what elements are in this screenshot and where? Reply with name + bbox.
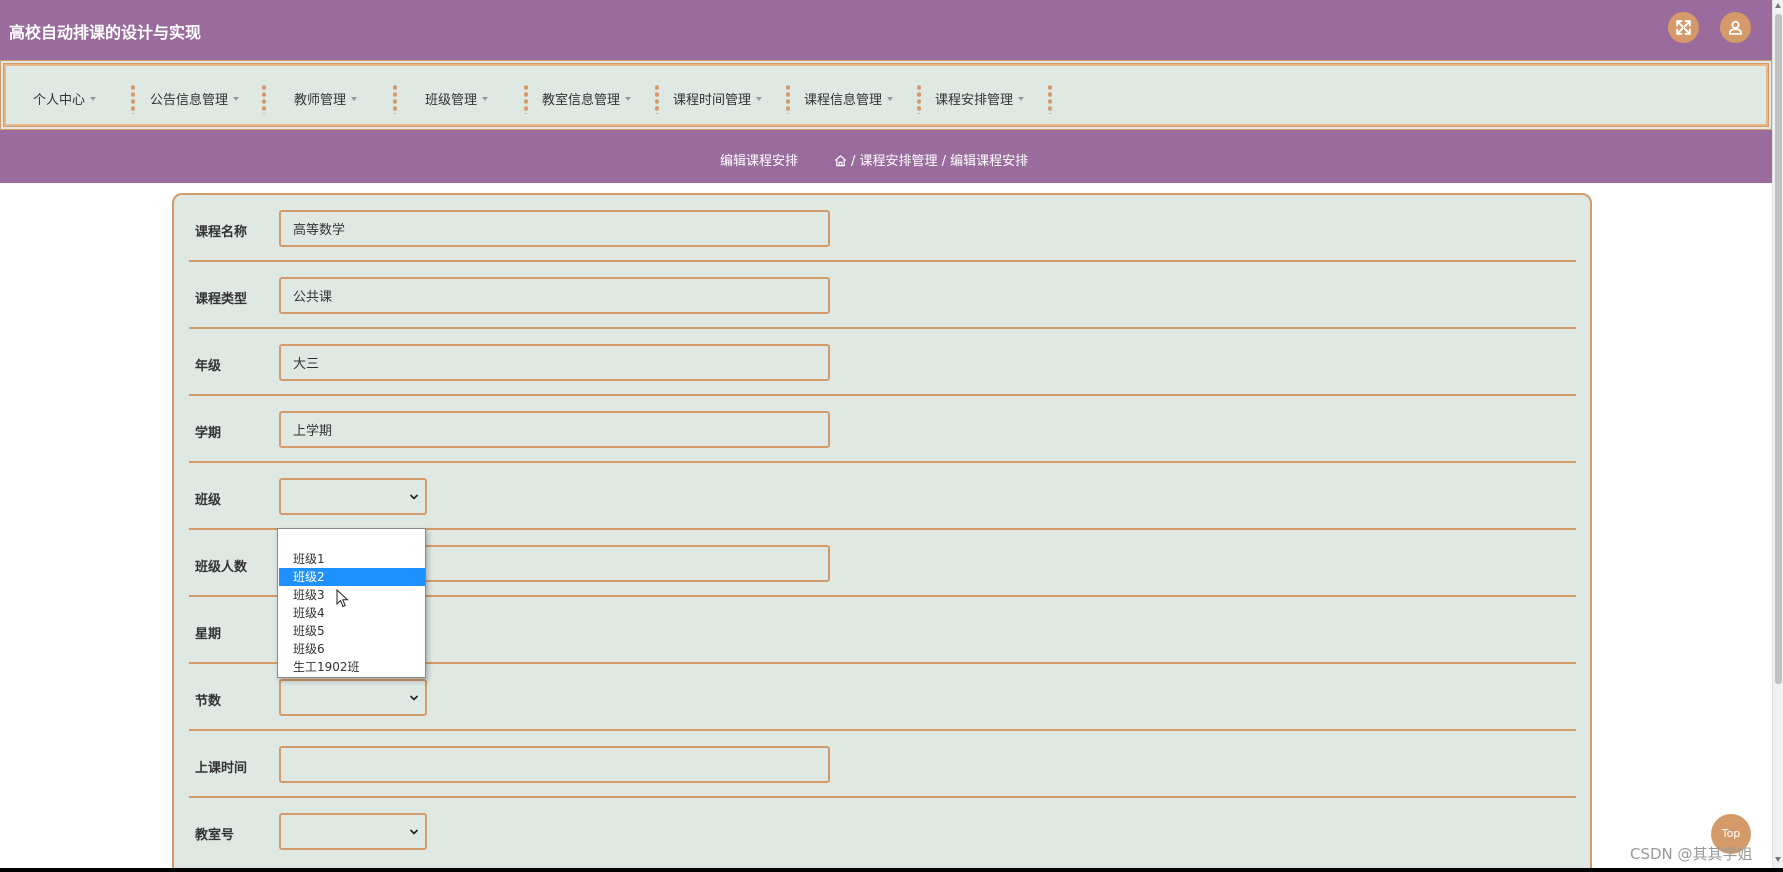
caret-down-icon	[625, 96, 632, 101]
nav-separator	[524, 84, 528, 114]
page-scrollbar[interactable]	[1772, 0, 1783, 868]
nav-separator	[786, 84, 790, 114]
scroll-down-arrow-icon[interactable]	[1775, 857, 1781, 862]
dropdown-option[interactable]: 班级1	[279, 550, 425, 568]
course-type-input[interactable]	[279, 277, 830, 314]
class-select[interactable]	[279, 478, 427, 515]
nav-separator	[393, 84, 397, 114]
form-row-class-time: 上课时间	[189, 731, 1576, 798]
form-row-class: 班级	[189, 463, 1576, 530]
nav-separator	[917, 84, 921, 114]
class-time-input[interactable]	[279, 746, 830, 783]
caret-down-icon	[482, 96, 489, 101]
nav-item-course-info-management[interactable]: 课程信息管理	[804, 89, 894, 108]
nav-item-label: 教室信息管理	[542, 93, 621, 108]
breadcrumb-bar: 编辑课程安排 / 课程安排管理 / 编辑课程安排	[0, 131, 1772, 183]
course-type-label: 课程类型	[195, 292, 248, 307]
nav-item-notice-management[interactable]: 公告信息管理	[150, 89, 240, 108]
user-button[interactable]	[1720, 12, 1751, 43]
nav-item-label: 课程信息管理	[804, 93, 883, 108]
fullscreen-button[interactable]	[1668, 12, 1699, 43]
nav-bar-wrapper: 个人中心 公告信息管理 教师管理 班级管理 教室信息管理 课程时间管理 课程信息…	[0, 58, 1772, 131]
caret-down-icon	[756, 96, 763, 101]
grade-label: 年级	[195, 359, 222, 374]
class-dropdown-list: 班级1 班级2 班级3 班级4 班级5 班级6 生工1902班	[277, 528, 426, 678]
form-row-grade: 年级	[189, 329, 1576, 396]
nav-item-label: 班级管理	[425, 93, 478, 108]
dropdown-option[interactable]: 班级6	[279, 640, 425, 658]
form-row-course-type: 课程类型	[189, 262, 1576, 329]
form-row-semester: 学期	[189, 396, 1576, 463]
app-title: 高校自动排课的设计与实现	[9, 23, 202, 42]
home-icon[interactable]	[834, 154, 847, 167]
form-row-course-name: 课程名称	[189, 195, 1576, 262]
course-name-input[interactable]	[279, 210, 830, 247]
grade-input[interactable]	[279, 344, 830, 381]
dropdown-option[interactable]: 班级3	[279, 586, 425, 604]
class-time-label: 上课时间	[195, 761, 248, 776]
breadcrumb-path[interactable]: / 课程安排管理 / 编辑课程安排	[851, 154, 1028, 169]
caret-down-icon	[90, 96, 97, 101]
nav-item-label: 公告信息管理	[150, 93, 229, 108]
period-select[interactable]	[279, 679, 427, 716]
nav-separator	[1048, 84, 1052, 114]
course-name-label: 课程名称	[195, 225, 248, 240]
nav-item-classroom-management[interactable]: 教室信息管理	[542, 89, 632, 108]
classroom-label: 教室号	[195, 828, 235, 843]
dropdown-option[interactable]: 班级5	[279, 622, 425, 640]
dropdown-option-highlighted[interactable]: 班级2	[279, 568, 425, 586]
weekday-label: 星期	[195, 627, 222, 642]
user-icon	[1728, 20, 1743, 35]
nav-item-course-time-management[interactable]: 课程时间管理	[673, 89, 763, 108]
caret-down-icon	[233, 96, 240, 101]
nav-item-label: 课程安排管理	[935, 93, 1014, 108]
nav-separator	[262, 84, 266, 114]
scrollbar-thumb[interactable]	[1775, 14, 1782, 684]
fullscreen-icon	[1676, 20, 1691, 35]
nav-item-course-schedule-management[interactable]: 课程安排管理	[935, 89, 1025, 108]
chevron-down-icon	[409, 494, 419, 500]
page-title: 编辑课程安排	[720, 154, 799, 169]
chevron-down-icon	[409, 829, 419, 835]
caret-down-icon	[351, 96, 358, 101]
nav-separator	[655, 84, 659, 114]
watermark: CSDN @其其学姐	[1630, 845, 1753, 863]
nav-separator	[131, 84, 135, 114]
classroom-select[interactable]	[279, 813, 427, 850]
class-size-label: 班级人数	[195, 560, 248, 575]
dropdown-option[interactable]	[279, 532, 425, 550]
main-nav: 个人中心 公告信息管理 教师管理 班级管理 教室信息管理 课程时间管理 课程信息…	[0, 60, 1772, 130]
breadcrumb: / 课程安排管理 / 编辑课程安排	[834, 150, 1028, 169]
caret-down-icon	[887, 96, 894, 101]
dropdown-option[interactable]: 班级4	[279, 604, 425, 622]
nav-item-label: 课程时间管理	[673, 93, 752, 108]
dropdown-option[interactable]: 生工1902班	[279, 658, 425, 676]
nav-item-label: 个人中心	[33, 93, 86, 108]
semester-input[interactable]	[279, 411, 830, 448]
nav-item-class-management[interactable]: 班级管理	[425, 89, 489, 108]
nav-item-teacher-management[interactable]: 教师管理	[294, 89, 358, 108]
class-label: 班级	[195, 493, 222, 508]
form-row-classroom: 教室号	[189, 798, 1576, 865]
chevron-down-icon	[409, 695, 419, 701]
top-bar: 高校自动排课的设计与实现	[0, 0, 1772, 58]
mouse-cursor-icon	[336, 589, 349, 608]
period-label: 节数	[195, 694, 222, 709]
scroll-up-arrow-icon[interactable]	[1775, 3, 1781, 8]
caret-down-icon	[1018, 96, 1025, 101]
semester-label: 学期	[195, 426, 222, 441]
bottom-border	[0, 868, 1783, 872]
nav-item-label: 教师管理	[294, 93, 347, 108]
nav-item-personal-center[interactable]: 个人中心	[33, 89, 97, 108]
